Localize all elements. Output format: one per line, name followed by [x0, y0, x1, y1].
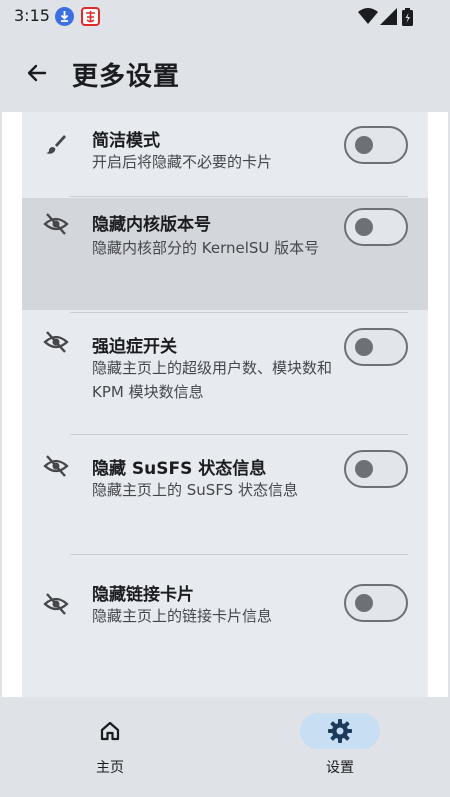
app-screen: 3:15 更多设置 简洁模式 开启后将隐藏不必要的卡片 隐藏内核版本号 隐藏内核…: [2, 0, 448, 797]
nav-item-home[interactable]: 主页: [42, 697, 162, 797]
setting-title: 简洁模式: [92, 131, 160, 151]
nav-label: 主页: [96, 760, 124, 776]
settings-card: 简洁模式 开启后将隐藏不必要的卡片 隐藏内核版本号 隐藏内核部分的 Kernel…: [22, 112, 428, 697]
settings-list-scroll[interactable]: 简洁模式 开启后将隐藏不必要的卡片 隐藏内核版本号 隐藏内核部分的 Kernel…: [2, 112, 448, 697]
switch-knob: [355, 594, 373, 612]
setting-title: 隐藏 SuSFS 状态信息: [92, 459, 267, 479]
setting-description: 隐藏主页上的 SuSFS 状态信息: [92, 481, 298, 499]
setting-item-hide-kernel-version[interactable]: 隐藏内核版本号 隐藏内核部分的 KernelSU 版本号: [22, 198, 428, 310]
nav-label: 设置: [326, 760, 354, 776]
eye-off-icon: [42, 452, 70, 480]
eye-off-icon: [42, 328, 70, 356]
status-icons: [358, 8, 418, 26]
setting-title: 隐藏内核版本号: [92, 215, 211, 235]
ocd-switch-toggle[interactable]: [344, 328, 408, 366]
eye-off-icon: [42, 210, 70, 238]
switch-knob: [355, 136, 373, 154]
status-bar: 3:15: [2, 0, 448, 34]
simple-mode-switch[interactable]: [344, 126, 408, 164]
hide-susfs-status-switch[interactable]: [344, 450, 408, 488]
page-title: 更多设置: [72, 62, 181, 92]
switch-knob: [355, 338, 373, 356]
nav-pill: [70, 713, 150, 749]
setting-item-hide-link-card[interactable]: 隐藏链接卡片 隐藏主页上的链接卡片信息: [22, 558, 428, 654]
setting-description: 开启后将隐藏不必要的卡片: [92, 153, 273, 171]
divider: [70, 312, 408, 313]
status-time: 3:15: [14, 6, 50, 25]
signal-icon: [380, 8, 397, 25]
gear-icon: [328, 719, 352, 743]
setting-description: 隐藏主页上的链接卡片信息: [92, 607, 273, 625]
hide-kernel-version-switch[interactable]: [344, 208, 408, 246]
home-icon: [100, 721, 120, 741]
setting-title: 强迫症开关: [92, 337, 177, 357]
switch-knob: [355, 218, 373, 236]
battery-icon: [402, 8, 413, 26]
eye-off-icon: [42, 590, 70, 618]
divider: [70, 434, 408, 435]
switch-knob: [355, 460, 373, 478]
setting-title: 隐藏链接卡片: [92, 585, 194, 605]
download-notification-icon: [55, 7, 74, 26]
setting-item-ocd-switch[interactable]: 强迫症开关 隐藏主页上的超级用户数、模块数和 KPM 模块数信息: [22, 314, 428, 430]
setting-item-simple-mode[interactable]: 简洁模式 开启后将隐藏不必要的卡片: [22, 112, 428, 192]
wifi-icon: [358, 8, 378, 24]
back-button[interactable]: [20, 56, 54, 90]
arrow-back-icon: [27, 64, 47, 82]
nav-pill-active: [300, 713, 380, 749]
divider: [70, 554, 408, 555]
divider: [70, 196, 408, 197]
nav-item-settings[interactable]: 设置: [272, 697, 392, 797]
setting-description: 隐藏主页上的超级用户数、模块数和 KPM 模块数信息: [92, 359, 333, 401]
setting-item-hide-susfs-status[interactable]: 隐藏 SuSFS 状态信息 隐藏主页上的 SuSFS 状态信息: [22, 436, 428, 552]
app-bar: 更多设置: [2, 34, 448, 112]
brush-icon: [42, 130, 70, 158]
app-notification-icon: [81, 7, 100, 26]
bottom-navigation: 主页 设置: [2, 697, 448, 797]
hide-link-card-switch[interactable]: [344, 584, 408, 622]
setting-description: 隐藏内核部分的 KernelSU 版本号: [92, 239, 320, 257]
